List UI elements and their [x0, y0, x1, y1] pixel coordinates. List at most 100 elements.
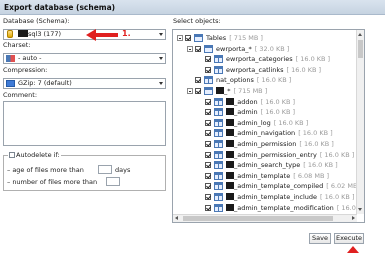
tree-row[interactable]: ewrporta_categories[ 16.0 KB ] — [173, 54, 357, 64]
object-checkbox[interactable] — [205, 204, 211, 211]
age-label: – age of files more than — [7, 166, 84, 174]
tree-row[interactable]: nat_options[ 16.0 KB ] — [173, 75, 357, 85]
folder-icon — [194, 34, 203, 42]
tree-row[interactable]: _admin_template_compiled[ 6.02 MB ] — [173, 181, 362, 191]
object-name: ewrporta_* — [216, 44, 252, 53]
collapse-toggle-icon[interactable] — [187, 45, 193, 52]
charset-label: Charset: — [3, 41, 31, 49]
object-size: [ 6.08 MB ] — [293, 171, 330, 180]
tree-row[interactable]: _admin_template[ 6.08 MB ] — [173, 171, 357, 181]
charset-select[interactable]: - auto - — [3, 53, 166, 64]
redacted-block — [216, 87, 224, 94]
tree-row[interactable]: _addon[ 16.0 KB ] — [173, 97, 357, 107]
table-group-icon — [204, 87, 213, 95]
scroll-down-icon[interactable] — [358, 208, 362, 211]
redacted-block — [226, 108, 234, 116]
object-size: [ 16.0 KB ] — [295, 55, 331, 64]
object-size: [ 16.0 KB ] — [260, 108, 296, 117]
comment-textarea[interactable] — [3, 101, 166, 146]
table-icon — [214, 161, 223, 170]
tree-row[interactable]: _admin_template_include[ 16.0 KB ] — [173, 192, 357, 202]
object-checkbox[interactable] — [205, 98, 211, 105]
table-icon — [214, 203, 223, 212]
object-checkbox[interactable] — [185, 35, 191, 41]
object-name: _admin_navigation — [234, 129, 296, 138]
object-size: [ 16.0 KB ] — [273, 118, 309, 127]
redacted-block — [226, 182, 234, 190]
database-label: Database (Schema): — [3, 17, 70, 25]
autodelete-checkbox[interactable] — [9, 152, 15, 158]
table-icon — [214, 140, 223, 148]
object-checkbox[interactable] — [205, 162, 211, 169]
object-size: [ 16.0 KB ] — [320, 193, 355, 201]
tree-row[interactable]: Tables[ 715 MB ] — [173, 33, 357, 43]
redacted-block — [226, 203, 234, 211]
annotation-arrow-icon — [86, 29, 118, 41]
tree-row[interactable]: _admin_search_type[ 16.0 KB ] — [173, 160, 357, 170]
tree-row[interactable]: ewrporta_catlinks[ 16.0 KB ] — [173, 65, 357, 75]
execute-button[interactable]: Execute — [334, 233, 364, 244]
database-icon — [7, 30, 13, 38]
scroll-up-icon[interactable] — [358, 33, 362, 36]
object-label: _admin_template_include[ 16.0 KB ] — [226, 192, 354, 202]
object-checkbox[interactable] — [205, 119, 211, 126]
table-icon — [204, 76, 213, 85]
object-size: [ 16.0 KB ] — [260, 97, 296, 106]
object-label: _addon[ 16.0 KB ] — [226, 97, 295, 107]
collapse-toggle-icon[interactable] — [187, 88, 193, 94]
object-name: _admin_permission — [234, 140, 297, 148]
tree-row[interactable]: _admin_permission_entry[ 16.0 KB ] — [173, 150, 357, 160]
charset-icon — [6, 55, 15, 62]
chevron-down-icon — [159, 82, 163, 85]
object-label: _admin[ 16.0 KB ] — [226, 107, 295, 117]
vertical-scroll-thumb[interactable] — [358, 40, 363, 58]
object-checkbox[interactable] — [205, 141, 211, 147]
object-size: [ 16.0 KB ] — [303, 161, 338, 170]
horizontal-scrollbar[interactable] — [173, 214, 357, 222]
horizontal-scroll-thumb[interactable] — [183, 216, 333, 221]
redacted-block — [226, 150, 234, 158]
vertical-scrollbar[interactable] — [356, 30, 364, 214]
object-checkbox[interactable] — [205, 151, 211, 158]
tree-row[interactable]: _admin_permission[ 16.0 KB ] — [173, 139, 357, 149]
dialog-title: Export database (schema) — [0, 0, 385, 15]
object-checkbox[interactable] — [195, 88, 201, 94]
object-name: _admin_template — [234, 171, 291, 180]
table-icon — [214, 108, 223, 117]
autodelete-legend: Autodelete if: — [8, 151, 61, 159]
save-button[interactable]: Save — [309, 233, 331, 244]
tree-row[interactable]: _admin[ 16.0 KB ] — [173, 107, 357, 117]
object-checkbox[interactable] — [205, 183, 211, 190]
tree-row[interactable]: _admin_template_modification[ 16.0 KB ] — [173, 203, 364, 213]
redacted-block — [226, 171, 234, 179]
object-checkbox[interactable] — [205, 172, 211, 179]
collapse-toggle-icon[interactable] — [177, 35, 183, 41]
compression-select[interactable]: GZip: 7 (default) — [3, 78, 166, 89]
scroll-right-icon[interactable] — [352, 216, 355, 220]
archive-icon — [6, 80, 15, 87]
object-checkbox[interactable] — [205, 56, 211, 63]
object-label: _admin_template_modification[ 16.0 KB ] — [226, 203, 364, 213]
number-input[interactable] — [106, 177, 120, 186]
age-input[interactable] — [98, 165, 112, 174]
object-name: _* — [224, 87, 231, 95]
object-checkbox[interactable] — [205, 194, 211, 200]
object-checkbox[interactable] — [195, 77, 201, 84]
table-icon — [214, 65, 223, 74]
object-checkbox[interactable] — [205, 109, 211, 116]
object-size: [ 16.0 KB ] — [256, 76, 292, 85]
object-size: [ 16.0 KB ] — [299, 140, 334, 148]
chevron-down-icon — [159, 33, 163, 36]
tree-row[interactable]: ewrporta_*[ 32.0 KB ] — [173, 44, 357, 54]
objects-tree[interactable]: Tables[ 715 MB ] ewrporta_*[ 32.0 KB ] ewr… — [172, 29, 365, 223]
tree-row[interactable]: _*[ 715 MB ] — [173, 86, 357, 96]
database-value: sql3 (177) — [28, 30, 61, 38]
object-checkbox[interactable] — [205, 66, 211, 73]
tree-row[interactable]: _admin_log[ 16.0 KB ] — [173, 118, 357, 128]
object-checkbox[interactable] — [205, 130, 211, 137]
object-label: ewrporta_*[ 32.0 KB ] — [216, 44, 289, 54]
object-checkbox[interactable] — [195, 45, 201, 52]
object-label: _admin_permission_entry[ 16.0 KB ] — [226, 150, 354, 160]
tree-row[interactable]: _admin_navigation[ 16.0 KB ] — [173, 128, 357, 138]
scroll-left-icon[interactable] — [175, 216, 178, 220]
